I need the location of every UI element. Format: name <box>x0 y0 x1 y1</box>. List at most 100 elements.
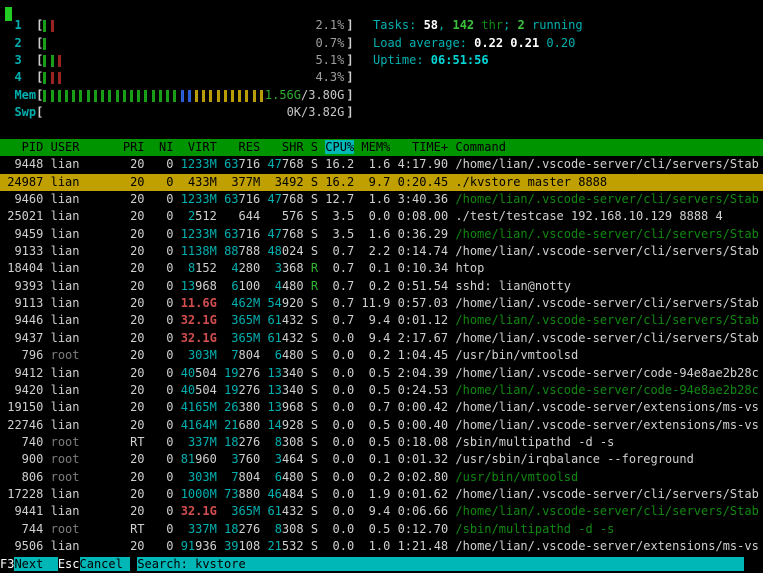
process-row-selected[interactable]: 24987 lian 20 0 433M 377M 3492 S 16.2 9.… <box>0 174 763 191</box>
cell-ni: 0 <box>152 227 174 241</box>
cell-pri: 20 <box>123 175 145 189</box>
column-header-user[interactable]: USER <box>51 140 116 154</box>
cell-shr: 492 <box>282 175 304 189</box>
cell-virt: 1233M <box>181 227 217 241</box>
process-row[interactable]: 17228 lian 20 0 1000M 73880 46484 S 0.0 … <box>0 486 763 503</box>
cell-virt: 1233M <box>181 157 217 171</box>
column-header-pri[interactable]: PRI <box>123 140 145 154</box>
cell-ni: 0 <box>152 296 174 310</box>
mem-bar-yellow <box>238 90 241 102</box>
cell-cpu: 0.0 <box>325 504 354 518</box>
function-bar: F3Next EscCancel Search: kvstore <box>0 556 763 573</box>
cell-command: /usr/sbin/irqbalance --foreground <box>455 452 693 466</box>
cell-mem: 0.5 <box>361 435 390 449</box>
process-row[interactable]: 9460 lian 20 0 1233M 63716 47768 S 12.7 … <box>0 191 763 208</box>
cell-shr: 308 <box>282 522 304 536</box>
process-row[interactable]: 18404 lian 20 0 8152 4280 3368 R 0.7 0.1… <box>0 260 763 277</box>
process-row[interactable]: 796 root 20 0 303M 7804 6480 S 0.0 0.2 1… <box>0 347 763 364</box>
cpu-bar-red <box>58 72 61 84</box>
process-row[interactable]: 744 root RT 0 337M 18276 8308 S 0.0 0.5 … <box>0 521 763 538</box>
process-row[interactable]: 9393 lian 20 0 13968 6100 4480 R 0.7 0.2… <box>0 278 763 295</box>
process-row[interactable]: 9506 lian 20 0 91936 39108 21532 S 0.0 1… <box>0 538 763 555</box>
column-header-time[interactable]: TIME+ <box>398 140 449 154</box>
process-row[interactable]: 9448 lian 20 0 1233M 63716 47768 S 16.2 … <box>0 156 763 173</box>
process-row[interactable]: 19150 lian 20 0 4165M 26380 13968 S 0.0 … <box>0 399 763 416</box>
cpu-meter-value: 2.1% <box>315 17 344 34</box>
meter-close-bracket: ] <box>346 53 353 67</box>
cell-mem: 0.2 <box>361 279 390 293</box>
cell-virt: 1233M <box>181 192 217 206</box>
column-header-mem[interactable]: MEM% <box>361 140 390 154</box>
cell-time: 1:21.48 <box>398 539 449 553</box>
cell-command: /home/lian/.vscode-server/code-94e8ae2b2… <box>455 383 758 397</box>
tasks-summary-segment: ; <box>503 18 517 32</box>
cell-res: 19 <box>224 366 238 380</box>
function-key-label[interactable]: Next <box>14 557 57 571</box>
process-row[interactable]: 9412 lian 20 0 40504 19276 13340 S 0.0 0… <box>0 365 763 382</box>
cell-command: sshd: lian@notty <box>455 279 571 293</box>
process-row[interactable]: 9437 lian 20 0 32.1G 365M 61432 S 0.0 9.… <box>0 330 763 347</box>
cell-virt: 4165M <box>181 400 217 414</box>
cell-shr: 480 <box>282 279 304 293</box>
function-key-f3[interactable]: F3 <box>0 557 14 571</box>
process-row[interactable]: 9420 lian 20 0 40504 19276 13340 S 0.0 0… <box>0 382 763 399</box>
function-key-label[interactable]: Cancel <box>80 557 131 571</box>
mem-bar-green <box>101 90 104 102</box>
column-header-pid[interactable]: PID <box>0 140 43 154</box>
cell-state: S <box>311 227 318 241</box>
meter-open-bracket: [ <box>36 36 43 50</box>
memory-meter-value: 1.56G/3.80G <box>265 87 344 104</box>
column-header-virt[interactable]: VIRT <box>181 140 217 154</box>
process-row[interactable]: 9113 lian 20 0 11.6G 462M 54920 S 0.7 11… <box>0 295 763 312</box>
cell-shr: 13 <box>267 400 281 414</box>
meter-close-bracket: ] <box>346 70 353 84</box>
cell-ni: 0 <box>152 522 174 536</box>
cell-state: S <box>311 522 318 536</box>
cell-cpu: 0.7 <box>325 296 354 310</box>
meter-close-bracket: ] <box>346 36 353 50</box>
cell-pri: 20 <box>123 227 145 241</box>
process-row[interactable]: 9459 lian 20 0 1233M 63716 47768 S 3.5 1… <box>0 226 763 243</box>
tasks-summary-segment: 2 <box>518 18 525 32</box>
cell-shr: 61 <box>267 313 281 327</box>
load-average: Load average: 0.22 0.21 0.20 <box>373 35 575 52</box>
process-row[interactable]: 25021 lian 20 0 2512 644 576 S 3.5 0.0 0… <box>0 208 763 225</box>
process-row[interactable]: 9441 lian 20 0 32.1G 365M 61432 S 0.0 9.… <box>0 503 763 520</box>
column-header-state[interactable]: S <box>311 140 318 154</box>
cell-state: S <box>311 539 318 553</box>
cell-time: 2:17.67 <box>398 331 449 345</box>
column-header-cpu[interactable]: CPU% <box>325 140 354 154</box>
column-header-res[interactable]: RES <box>224 140 260 154</box>
column-header-ni[interactable]: NI <box>152 140 174 154</box>
cell-cpu: 0.0 <box>325 539 354 553</box>
cell-user: lian <box>51 261 116 275</box>
process-row[interactable]: 9446 lian 20 0 32.1G 365M 61432 S 0.7 9.… <box>0 312 763 329</box>
cell-state: S <box>311 157 318 171</box>
cell-res: 100 <box>239 279 261 293</box>
cell-time: 0:57.03 <box>398 296 449 310</box>
table-header-row: PID USER PRI NI VIRT RES SHR S CPU% MEM%… <box>0 139 763 156</box>
search-input[interactable]: Search: kvstore <box>137 557 744 571</box>
process-row[interactable]: 806 root 20 0 303M 7804 6480 S 0.0 0.2 0… <box>0 469 763 486</box>
process-row[interactable]: 740 root RT 0 337M 18276 8308 S 0.0 0.5 … <box>0 434 763 451</box>
cell-cpu: 0.0 <box>325 487 354 501</box>
htop-terminal: 1 [2.1%] 2 [0.7%] 3 [5.1%] 4 [4.3%] Mem[… <box>0 0 763 573</box>
cell-ni: 0 <box>152 348 174 362</box>
cell-user: lian <box>51 209 116 223</box>
function-key-esc[interactable]: Esc <box>58 557 80 571</box>
process-row[interactable]: 22746 lian 20 0 4164M 21680 14928 S 0.0 … <box>0 417 763 434</box>
process-row[interactable]: 9133 lian 20 0 1138M 88788 48024 S 0.7 2… <box>0 243 763 260</box>
cell-res: 63 <box>224 227 238 241</box>
cell-command: /sbin/multipathd -d -s <box>455 522 614 536</box>
cpu-meter-1: 1 [2.1%] <box>0 17 354 34</box>
cpu-meter-2-bar-area: 0.7% <box>43 35 346 52</box>
cell-shr: 340 <box>282 366 304 380</box>
process-row[interactable]: 900 root 20 0 81960 3760 3464 S 0.0 0.1 … <box>0 451 763 468</box>
cell-command: /home/lian/.vscode-server/extensions/ms-… <box>455 539 758 553</box>
column-header-command[interactable]: Command <box>455 140 758 154</box>
swap-meter-value: 0K/3.82G <box>287 104 345 121</box>
cell-state: R <box>311 279 318 293</box>
column-header-shr[interactable]: SHR <box>267 140 303 154</box>
cell-mem: 0.2 <box>361 348 390 362</box>
cell-virt: 337M <box>188 522 217 536</box>
